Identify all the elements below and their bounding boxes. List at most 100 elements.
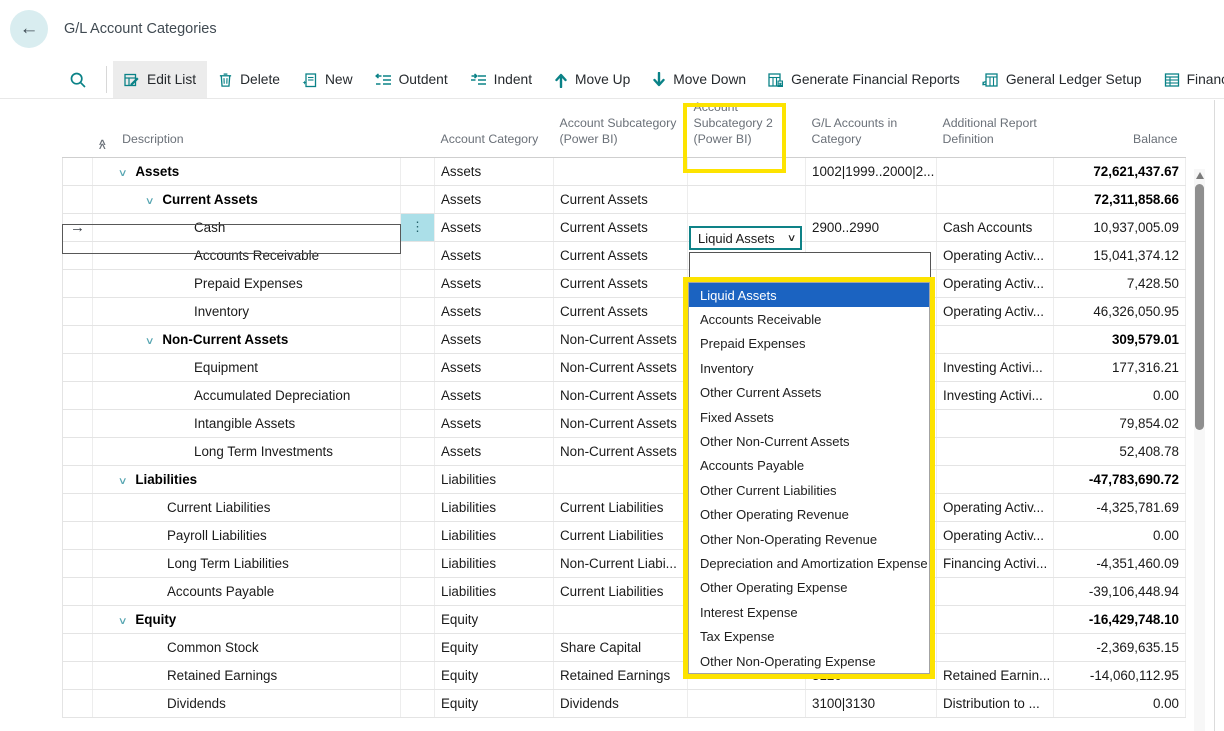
cell-description[interactable]: ∨Current Assets [93,185,401,213]
header-account-category[interactable]: Account Category [435,100,554,157]
toolbar-move-up-button[interactable]: Move Up [543,61,641,98]
cell-description[interactable]: Prepaid Expenses [93,269,401,297]
cell-balance[interactable]: -14,060,112.95 [1054,661,1186,689]
cell-report-definition[interactable] [937,577,1054,605]
cell-account-subcategory-1[interactable]: Non-Current Assets [554,353,688,381]
cell-report-definition[interactable] [937,325,1054,353]
cell-description[interactable]: Dividends [93,689,401,717]
cell-row-options[interactable] [401,493,435,521]
cell-balance[interactable]: 309,579.01 [1054,325,1186,353]
cell-report-definition[interactable] [937,157,1054,185]
cell-balance[interactable]: -39,106,448.94 [1054,577,1186,605]
cell-row-selector[interactable] [63,493,93,521]
cell-balance[interactable]: 52,408.78 [1054,437,1186,465]
cell-account-category[interactable]: Assets [435,297,554,325]
cell-balance[interactable]: -4,325,781.69 [1054,493,1186,521]
cell-row-selector[interactable] [63,577,93,605]
cell-report-definition[interactable] [937,465,1054,493]
cell-account-category[interactable]: Assets [435,325,554,353]
header-account-subcategory-1[interactable]: Account Subcategory (Power BI) [554,100,688,157]
cell-account-category[interactable]: Assets [435,409,554,437]
toolbar-financial-button[interactable]: Financial [1153,61,1224,98]
cell-account-category[interactable]: Assets [435,185,554,213]
cell-row-selector[interactable]: → [63,213,93,241]
cell-account-category[interactable]: Assets [435,213,554,241]
cell-balance[interactable]: 7,428.50 [1054,269,1186,297]
dropdown-item[interactable]: Other Operating Expense [689,576,929,600]
row-expand-chevron-icon[interactable]: ∨ [118,168,128,179]
cell-report-definition[interactable]: Retained Earnin... [937,661,1054,689]
cell-row-options[interactable] [401,381,435,409]
cell-account-subcategory-1[interactable]: Dividends [554,689,688,717]
cell-row-selector[interactable] [63,633,93,661]
header-balance[interactable]: Balance [1054,100,1186,157]
cell-balance[interactable]: 72,311,858.66 [1054,185,1186,213]
cell-balance[interactable]: 10,937,005.09 [1054,213,1186,241]
cell-row-selector[interactable] [63,437,93,465]
dropdown-item[interactable]: Accounts Payable [689,454,929,478]
dropdown-item[interactable]: Tax Expense [689,624,929,648]
cell-row-selector[interactable] [63,465,93,493]
cell-account-category[interactable]: Liabilities [435,577,554,605]
cell-row-selector[interactable] [63,409,93,437]
cell-row-selector[interactable] [63,269,93,297]
cell-balance[interactable]: 46,326,050.95 [1054,297,1186,325]
cell-description[interactable]: ∨Non-Current Assets [93,325,401,353]
cell-balance[interactable]: -47,783,690.72 [1054,465,1186,493]
cell-row-options[interactable] [401,297,435,325]
toolbar-general-ledger-setup-button[interactable]: General Ledger Setup [971,61,1153,98]
cell-balance[interactable]: -4,351,460.09 [1054,549,1186,577]
scrollbar-thumb[interactable] [1195,184,1204,430]
row-expand-chevron-icon[interactable]: ∨ [118,616,128,627]
cell-gl-accounts[interactable] [806,185,937,213]
cell-balance[interactable]: 79,854.02 [1054,409,1186,437]
cell-balance[interactable]: -2,369,635.15 [1054,633,1186,661]
cell-account-category[interactable]: Assets [435,157,554,185]
cell-balance[interactable]: 0.00 [1054,381,1186,409]
cell-description[interactable]: ∨Liabilities [93,465,401,493]
cell-row-options[interactable] [401,661,435,689]
cell-account-category[interactable]: Liabilities [435,493,554,521]
scrollbar-up-button[interactable] [1196,172,1204,179]
dropdown-item[interactable]: Other Non-Current Assets [689,429,929,453]
subcategory2-combobox[interactable]: Liquid Assets ∨ [689,226,802,250]
cell-account-subcategory-1[interactable]: Current Liabilities [554,521,688,549]
toolbar-edit-list-button[interactable]: Edit List [113,61,207,98]
cell-row-options[interactable] [401,577,435,605]
cell-report-definition[interactable]: Financing Activi... [937,549,1054,577]
cell-report-definition[interactable]: Investing Activi... [937,353,1054,381]
cell-account-subcategory-1[interactable]: Retained Earnings [554,661,688,689]
cell-report-definition[interactable]: Distribution to ... [937,689,1054,717]
cell-row-options[interactable] [401,521,435,549]
cell-account-subcategory-1[interactable]: Current Liabilities [554,493,688,521]
cell-account-category[interactable]: Liabilities [435,549,554,577]
cell-row-selector[interactable] [63,381,93,409]
dropdown-item[interactable]: Inventory [689,356,929,380]
cell-gl-accounts[interactable]: 2900..2990 [806,213,937,241]
cell-report-definition[interactable] [937,185,1054,213]
cell-row-options[interactable] [401,269,435,297]
cell-row-options[interactable] [401,185,435,213]
cell-account-subcategory-1[interactable]: Current Assets [554,185,688,213]
cell-report-definition[interactable]: Investing Activi... [937,381,1054,409]
cell-report-definition[interactable] [937,437,1054,465]
cell-row-options[interactable] [401,689,435,717]
cell-description[interactable]: Cash [93,213,401,241]
dropdown-item[interactable]: Other Non-Operating Revenue [689,527,929,551]
cell-account-subcategory-1[interactable]: Current Liabilities [554,577,688,605]
cell-account-category[interactable]: Assets [435,353,554,381]
cell-row-selector[interactable] [63,549,93,577]
cell-description[interactable]: ∨Equity [93,605,401,633]
cell-account-subcategory-1[interactable]: Current Assets [554,213,688,241]
cell-account-subcategory-1[interactable] [554,157,688,185]
cell-row-selector[interactable] [63,241,93,269]
cell-row-selector[interactable] [63,605,93,633]
cell-account-category[interactable]: Liabilities [435,465,554,493]
cell-account-category[interactable]: Assets [435,437,554,465]
cell-report-definition[interactable]: Cash Accounts [937,213,1054,241]
cell-row-options[interactable] [401,549,435,577]
cell-report-definition[interactable] [937,633,1054,661]
cell-account-category[interactable]: Liabilities [435,521,554,549]
dropdown-item[interactable]: Other Operating Revenue [689,503,929,527]
cell-description[interactable]: Payroll Liabilities [93,521,401,549]
